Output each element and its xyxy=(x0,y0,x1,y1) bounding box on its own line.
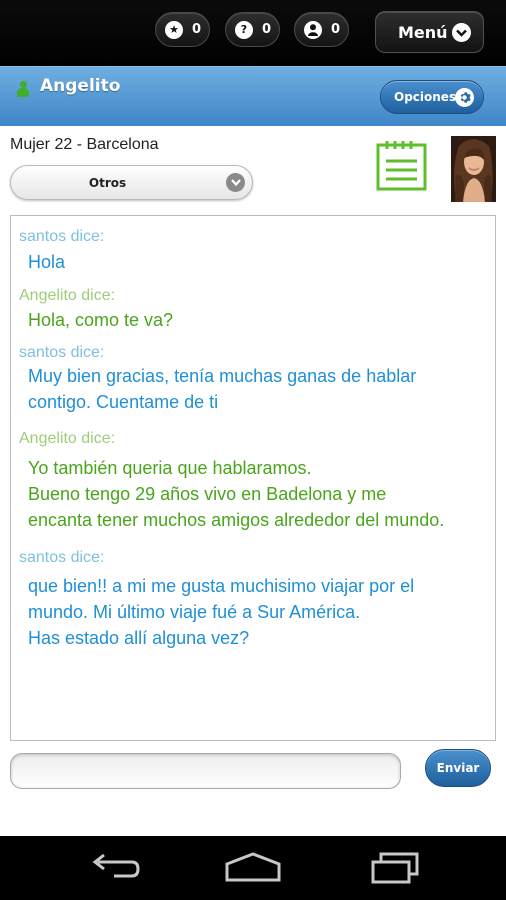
gear-icon xyxy=(455,88,474,107)
home-icon[interactable] xyxy=(223,850,283,886)
chevron-down-icon xyxy=(226,173,245,192)
message-sender: santos dice: xyxy=(19,344,105,361)
send-button[interactable]: Enviar xyxy=(425,749,491,787)
star-icon: ★ xyxy=(165,20,183,39)
favorites-count: 0 xyxy=(192,22,202,37)
message-text: Hola, como te va? xyxy=(28,310,174,330)
message-sender: Angelito dice: xyxy=(19,430,116,447)
chevron-down-icon xyxy=(452,23,471,42)
favorites-counter[interactable]: ★ 0 xyxy=(155,12,210,47)
chat-username: Angelito xyxy=(40,76,121,96)
menu-button[interactable]: Menú xyxy=(375,11,484,53)
message-sender: santos dice: xyxy=(19,549,105,566)
message-text: Muy bien gracias, tenía muchas ganas de … xyxy=(28,366,417,412)
questions-count: 0 xyxy=(262,22,272,37)
message-text: Hola xyxy=(28,252,66,272)
recent-apps-icon[interactable] xyxy=(365,850,425,886)
message-sender: Angelito dice: xyxy=(19,287,116,304)
profile-info: Mujer 22 - Barcelona xyxy=(10,136,159,153)
user-icon xyxy=(304,20,322,39)
message-input[interactable] xyxy=(10,753,401,789)
online-user-icon xyxy=(17,81,29,97)
message-text: Yo también queria que hablaramos. Bueno … xyxy=(28,458,445,530)
profile-photo[interactable] xyxy=(451,136,496,202)
chat-log[interactable]: santos dice: Hola Angelito dice: Hola, c… xyxy=(10,215,496,741)
question-icon: ? xyxy=(235,20,253,39)
menu-label: Menú xyxy=(398,22,448,42)
contacts-count: 0 xyxy=(331,22,341,37)
category-select[interactable]: Otros xyxy=(10,165,253,200)
message-sender: santos dice: xyxy=(19,228,105,245)
category-selected-value: Otros xyxy=(88,176,127,190)
top-bar: ★ 0 ? 0 0 Menú xyxy=(0,0,506,66)
options-button[interactable]: Opciones xyxy=(380,80,484,114)
options-label: Opciones xyxy=(394,90,457,104)
system-nav-bar xyxy=(0,836,506,900)
notes-icon[interactable] xyxy=(376,141,427,191)
back-icon[interactable] xyxy=(84,850,144,886)
user-header: Angelito Opciones xyxy=(0,66,506,126)
questions-counter[interactable]: ? 0 xyxy=(225,12,280,47)
contacts-counter[interactable]: 0 xyxy=(294,12,349,47)
message-text: que bien!! a mi me gusta muchisimo viaja… xyxy=(28,576,415,648)
